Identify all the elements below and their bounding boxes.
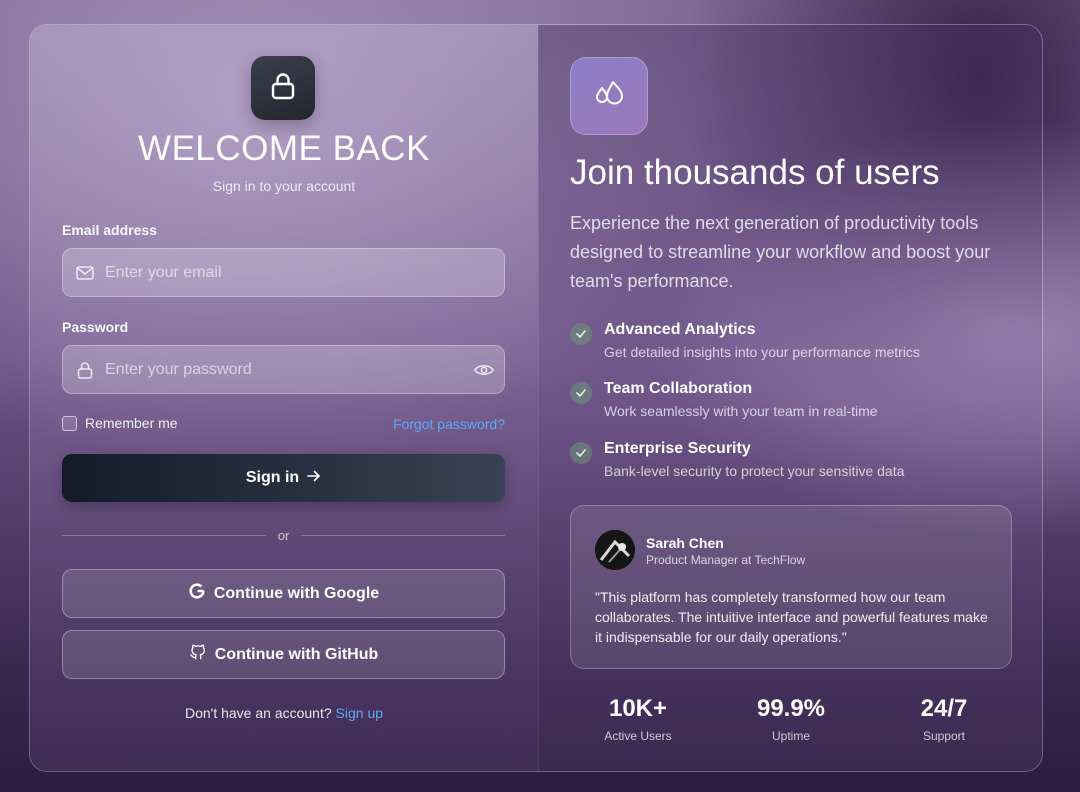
email-label: Email address <box>62 222 157 238</box>
stat-item: 99.9% Uptime <box>721 695 861 743</box>
feature-item: Team Collaboration Work seamlessly with … <box>570 380 878 419</box>
lock-small-icon <box>75 360 95 380</box>
stat-value: 99.9% <box>756 695 826 722</box>
check-icon <box>570 382 592 404</box>
stat-item: 24/7 Support <box>874 695 1014 743</box>
google-label: Continue with Google <box>213 584 380 602</box>
login-panel: WELCOME BACK Sign in to your account Ema… <box>30 25 538 771</box>
sign-in-label: Sign in <box>245 469 300 486</box>
google-button[interactable]: Continue with Google <box>62 569 505 618</box>
github-icon <box>189 643 207 666</box>
eye-icon[interactable] <box>464 363 504 377</box>
testimonial-name: Sarah Chen <box>646 535 724 551</box>
divider-line <box>301 535 505 536</box>
drops-icon <box>592 77 626 116</box>
brand-badge <box>570 57 648 135</box>
page-title: WELCOME BACK <box>138 129 430 168</box>
signup-row: Don't have an account? Sign up <box>30 705 538 721</box>
password-field-wrapper <box>62 345 505 394</box>
stat-value: 10K+ <box>608 695 668 722</box>
email-field-wrapper <box>62 248 505 297</box>
password-field[interactable] <box>95 360 464 379</box>
password-label: Password <box>62 319 129 335</box>
remember-checkbox[interactable] <box>62 415 77 431</box>
google-icon <box>188 582 206 605</box>
stat-label: Uptime <box>771 729 810 743</box>
testimonial-quote: "This platform has completely transforme… <box>595 589 988 645</box>
avatar <box>595 530 635 570</box>
check-icon <box>570 323 592 345</box>
feature-desc: Get detailed insights into your performa… <box>604 344 920 360</box>
feature-desc: Work seamlessly with your team in real-t… <box>604 403 878 419</box>
stat-label: Support <box>922 729 966 743</box>
feature-item: Enterprise Security Bank-level security … <box>570 440 904 479</box>
sign-in-button[interactable]: Sign in <box>62 454 505 502</box>
divider-line <box>62 535 266 536</box>
github-button[interactable]: Continue with GitHub <box>62 630 505 679</box>
feature-title: Advanced Analytics <box>604 321 756 338</box>
testimonial-card: Sarah Chen Product Manager at TechFlow "… <box>570 505 1012 669</box>
feature-title: Enterprise Security <box>604 440 751 457</box>
page-subtitle: Sign in to your account <box>212 178 356 194</box>
forgot-password-link[interactable]: Forgot password? <box>393 416 505 432</box>
remember-me: Remember me <box>62 415 178 431</box>
lock-icon <box>269 71 297 106</box>
check-icon <box>570 442 592 464</box>
github-label: Continue with GitHub <box>214 645 379 663</box>
promo-panel: Join thousands of users Experience the n… <box>538 25 1042 771</box>
sign-up-link[interactable]: Sign up <box>336 705 383 721</box>
feature-title: Team Collaboration <box>604 380 753 397</box>
stat-value: 24/7 <box>920 695 968 722</box>
arrow-right-icon <box>307 469 321 487</box>
or-text: or <box>277 528 290 543</box>
remember-label: Remember me <box>85 415 178 431</box>
auth-card: WELCOME BACK Sign in to your account Ema… <box>29 24 1043 772</box>
mail-icon <box>75 263 95 283</box>
feature-desc: Bank-level security to protect your sens… <box>604 463 905 479</box>
feature-item: Advanced Analytics Get detailed insights… <box>570 321 920 360</box>
email-field[interactable] <box>95 263 504 282</box>
stat-label: Active Users <box>604 729 672 743</box>
lock-badge <box>251 56 315 120</box>
stat-item: 10K+ Active Users <box>568 695 708 743</box>
promo-title: Join thousands of users <box>570 153 940 192</box>
testimonial-role: Product Manager at TechFlow <box>646 553 806 567</box>
no-account-text: Don't have an account? <box>184 705 332 721</box>
promo-description: Experience the next generation of produc… <box>570 213 991 291</box>
or-divider: or <box>62 528 505 543</box>
